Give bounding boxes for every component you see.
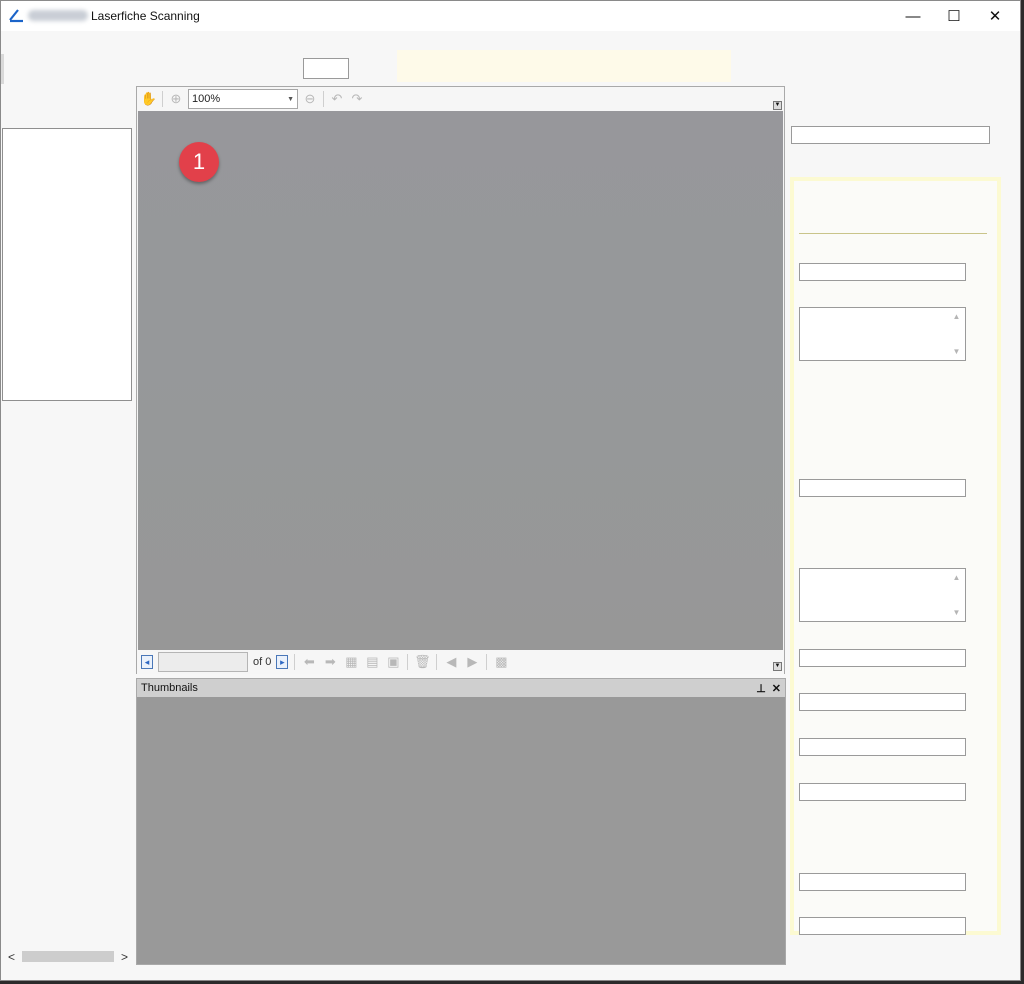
navbar-overflow-icon[interactable]: ▼	[773, 662, 782, 671]
metadata-field[interactable]	[799, 873, 966, 891]
page-number-input[interactable]	[158, 652, 248, 672]
toolbar-separator	[294, 654, 296, 670]
move-right-icon[interactable]: ▶	[464, 654, 480, 670]
hand-tool-icon[interactable]: ✋	[141, 91, 157, 107]
metadata-field[interactable]	[799, 479, 966, 497]
zoom-in-icon[interactable]: ⊕	[168, 91, 184, 107]
toolbar-separator	[323, 91, 324, 107]
metadata-field[interactable]	[799, 783, 966, 801]
split-page-icon[interactable]: ▤	[364, 654, 380, 670]
metadata-field[interactable]	[799, 738, 966, 756]
metadata-textarea[interactable]: ▲ ▼	[799, 568, 966, 622]
next-page-icon[interactable]: ➡	[322, 654, 338, 670]
toolbar-separator	[407, 654, 409, 670]
left-tree-pane[interactable]	[2, 128, 132, 401]
toolbar-overflow-icon[interactable]: ▼	[773, 101, 782, 110]
metadata-textarea[interactable]: ▲ ▼	[799, 307, 966, 361]
metadata-panel	[790, 177, 1001, 935]
last-page-icon[interactable]: ▸	[276, 655, 289, 669]
zoom-select[interactable]: 100% ▼	[188, 89, 298, 109]
thumbnails-title: Thumbnails	[141, 682, 198, 694]
scroll-right-icon[interactable]: >	[121, 950, 128, 964]
window-title: Laserfiche Scanning	[91, 9, 200, 23]
metadata-field[interactable]	[799, 917, 966, 935]
close-window-button[interactable]: ✕	[975, 1, 1015, 31]
metadata-divider	[799, 233, 987, 234]
thumbnails-header: Thumbnails ⊥ ✕	[137, 679, 785, 697]
metadata-field[interactable]	[799, 693, 966, 711]
zoom-out-icon[interactable]: ⊖	[302, 91, 318, 107]
maximize-button[interactable]: ☐	[934, 1, 974, 31]
page-navigation-bar: ◂ of 0 ▸ ⬅ ➡ ▦ ▤ ▣ 🗑 ◀ ▶ ▩	[137, 650, 784, 674]
metadata-field[interactable]	[799, 649, 966, 667]
title-bar: Laserfiche Scanning — ☐ ✕	[1, 1, 1020, 31]
small-input-box[interactable]	[303, 58, 349, 79]
pin-icon[interactable]: ⊥	[756, 682, 766, 695]
textarea-scrollbar[interactable]: ▲ ▼	[949, 570, 964, 620]
move-left-icon[interactable]: ◀	[443, 654, 459, 670]
page-options-icon[interactable]: ▩	[493, 654, 509, 670]
scroll-left-icon[interactable]: <	[8, 950, 15, 964]
copy-page-icon[interactable]: ▦	[343, 654, 359, 670]
laserfiche-logo-icon	[9, 9, 23, 23]
template-select[interactable]	[791, 126, 990, 144]
left-edge-tab	[1, 54, 4, 84]
horizontal-scrollbar[interactable]: < >	[5, 948, 131, 965]
step-badge: 1	[179, 142, 219, 182]
page-canvas[interactable]: 1	[138, 111, 783, 650]
thumbnails-pane: Thumbnails ⊥ ✕	[136, 678, 786, 965]
redacted-repository-name	[28, 10, 88, 21]
close-icon[interactable]: ✕	[772, 682, 781, 695]
metadata-field[interactable]	[799, 263, 966, 281]
toolbar-separator	[162, 91, 163, 107]
highlight-band	[397, 50, 731, 82]
rotate-right-icon[interactable]: ↷	[349, 91, 365, 107]
app-window: Laserfiche Scanning — ☐ ✕ ✋ ⊕ 100% ▼ ⊖ ↶…	[0, 0, 1021, 981]
page-count-label: of 0	[253, 656, 272, 668]
zoom-value: 100%	[192, 93, 221, 105]
textarea-scrollbar[interactable]: ▲ ▼	[949, 309, 964, 359]
minimize-button[interactable]: —	[893, 1, 933, 31]
rotate-left-icon[interactable]: ↶	[329, 91, 345, 107]
chevron-down-icon[interactable]: ▼	[287, 96, 294, 103]
scrollbar-thumb[interactable]	[22, 951, 114, 962]
toolbar-separator	[486, 654, 488, 670]
viewer-toolbar: ✋ ⊕ 100% ▼ ⊖ ↶ ↷	[137, 87, 784, 111]
document-viewer: ✋ ⊕ 100% ▼ ⊖ ↶ ↷ ▼ 1 ◂ of 0 ▸ ⬅ ➡ ▦ ▤ ▣ …	[136, 86, 785, 674]
move-page-icon[interactable]: ▣	[385, 654, 401, 670]
delete-page-icon[interactable]: 🗑	[414, 654, 431, 670]
toolbar-separator	[436, 654, 438, 670]
first-page-icon[interactable]: ◂	[141, 655, 153, 669]
previous-page-icon[interactable]: ⬅	[301, 654, 317, 670]
